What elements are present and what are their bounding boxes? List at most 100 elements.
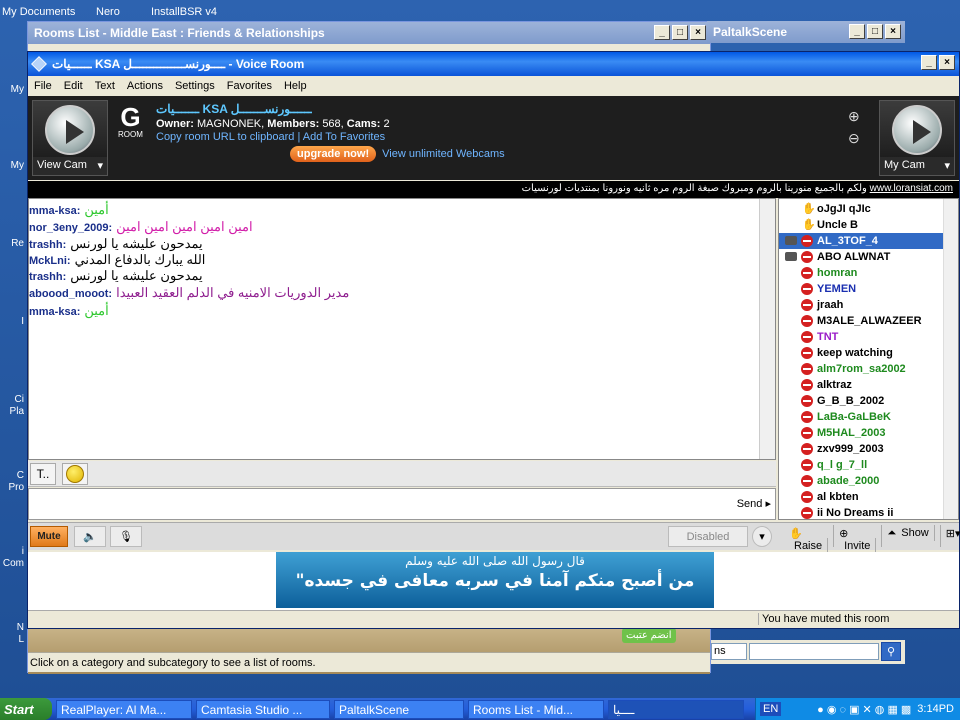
desktop-icon-label[interactable]: i	[2, 546, 24, 557]
tray-icons[interactable]: ● ◉ ◌ ▣ ✕ ◍ ▦ ▩	[817, 703, 911, 716]
menu-settings[interactable]: Settings	[169, 80, 221, 92]
desktop-icon-label[interactable]: Pla	[2, 406, 24, 417]
rooms-list-titlebar[interactable]: Rooms List - Middle East : Friends & Rel…	[28, 22, 710, 44]
emoticon-button[interactable]	[62, 463, 88, 485]
close-button[interactable]: ×	[885, 24, 901, 39]
chat-nick[interactable]: nor_3eny_2009:	[29, 222, 112, 234]
close-button[interactable]: ×	[939, 55, 955, 70]
mute-button[interactable]: Mute	[30, 526, 68, 547]
desktop-icon-label[interactable]: My	[2, 84, 24, 95]
minimize-button[interactable]: _	[654, 25, 670, 40]
paltalkscene-titlebar[interactable]: PaltalkScene _ □ ×	[707, 21, 905, 43]
desktop-icon-label[interactable]: Pro	[2, 482, 24, 493]
speaker-volume-icon[interactable]: 🔈	[74, 526, 106, 547]
close-button[interactable]: ×	[690, 25, 706, 40]
user-list-item[interactable]: alktraz	[779, 377, 944, 393]
task-camtasia[interactable]: Camtasia Studio ...	[196, 699, 330, 719]
desktop-icon-label[interactable]: L	[2, 634, 24, 645]
voice-room-titlebar[interactable]: ــــــيات KSA ــــورنســـــــــــــــل -…	[28, 52, 959, 76]
zoom-out-icon[interactable]: ⊖	[848, 130, 860, 147]
play-icon[interactable]	[45, 105, 95, 155]
desktop-icon-label[interactable]: Ci	[2, 394, 24, 405]
desktop-icon-label[interactable]: Re	[2, 238, 24, 249]
menu-help[interactable]: Help	[278, 80, 313, 92]
chat-nick[interactable]: trashh:	[29, 271, 66, 283]
language-indicator[interactable]: EN	[760, 702, 782, 716]
chevron-down-icon[interactable]: ▾	[752, 526, 772, 547]
desktop-icon-installbsr[interactable]: InstallBSR v4	[151, 6, 217, 18]
user-list-item[interactable]: ii No Dreams ii	[779, 505, 944, 519]
user-list-item[interactable]: M5HAL_2003	[779, 425, 944, 441]
room-search-input[interactable]	[749, 643, 879, 660]
minimize-button[interactable]: _	[849, 24, 865, 39]
text-format-button[interactable]: T..	[30, 463, 56, 485]
desktop-icon-label[interactable]: I	[2, 316, 24, 327]
menu-edit[interactable]: Edit	[58, 80, 89, 92]
task-realplayer[interactable]: RealPlayer: Al Ma...	[56, 699, 192, 719]
chat-nick[interactable]: aboood_mooot:	[29, 288, 112, 300]
menu-favorites[interactable]: Favorites	[221, 80, 278, 92]
maximize-button[interactable]: □	[867, 24, 883, 39]
task-voice-room[interactable]: ــــيا	[608, 699, 744, 719]
user-list-item[interactable]: abade_2000	[779, 473, 944, 489]
search-icon[interactable]: ⚲	[881, 642, 901, 661]
task-rooms-list[interactable]: Rooms List - Mid...	[468, 699, 604, 719]
chevron-down-icon[interactable]: ▾	[944, 159, 950, 173]
user-list-item[interactable]: homran	[779, 265, 944, 281]
user-list-item[interactable]: jraah	[779, 297, 944, 313]
category-select[interactable]: ns	[711, 643, 747, 660]
user-list-item[interactable]: ✋ oJgJI qJIc	[779, 201, 944, 217]
desktop-icon-label[interactable]: C	[2, 470, 24, 481]
desktop-icon-label[interactable]: My	[2, 160, 24, 171]
my-cam-panel[interactable]: My Cam ▾	[879, 100, 955, 176]
chat-input[interactable]: Send ▸	[28, 488, 776, 520]
settings-dropdown-icon[interactable]: ⊞▾	[941, 525, 960, 547]
unlimited-webcams-link[interactable]: View unlimited Webcams	[382, 148, 504, 160]
start-button[interactable]: Start	[0, 698, 52, 720]
chevron-down-icon[interactable]: ▾	[97, 159, 103, 173]
user-list-item[interactable]: zxv999_2003	[779, 441, 944, 457]
menu-text[interactable]: Text	[89, 80, 121, 92]
add-to-favorites-link[interactable]: Add To Favorites	[303, 131, 385, 143]
maximize-button[interactable]: □	[672, 25, 688, 40]
user-list[interactable]: ✋ oJgJI qJIc ✋ Uncle B AL_3TOF_4 ABO ALWNAT ho…	[778, 198, 959, 520]
rooms-ad-badge[interactable]: انضم عتبت	[622, 628, 676, 643]
copy-room-url-link[interactable]: Copy room URL to clipboard	[156, 131, 294, 143]
task-paltalkscene[interactable]: PaltalkScene	[334, 699, 464, 719]
invite-button[interactable]: ⊕ Invite	[834, 525, 883, 554]
menu-actions[interactable]: Actions	[121, 80, 169, 92]
user-list-item[interactable]: M3ALE_ALWAZEER	[779, 313, 944, 329]
view-cam-panel[interactable]: View Cam ▾	[32, 100, 108, 176]
upgrade-button[interactable]: upgrade now!	[290, 146, 377, 162]
user-list-item[interactable]: ✋ Uncle B	[779, 217, 944, 233]
marquee-url[interactable]: www.loransiat.com	[870, 183, 953, 194]
user-list-item[interactable]: q_l g_7_ll	[779, 457, 944, 473]
hadith-banner[interactable]: قال رسول الله صلى الله عليه وسلم "من أصب…	[276, 552, 714, 608]
minimize-button[interactable]: _	[921, 55, 937, 70]
user-list-item[interactable]: AL_3TOF_4	[779, 233, 944, 249]
chat-nick[interactable]: MckLni:	[29, 255, 71, 267]
user-list-item[interactable]: LaBa-GaLBeK	[779, 409, 944, 425]
chat-nick[interactable]: mma-ksa:	[29, 205, 80, 217]
desktop-icon-label[interactable]: N	[2, 622, 24, 633]
clock[interactable]: 3:14PD	[917, 703, 954, 715]
chat-nick[interactable]: mma-ksa:	[29, 306, 80, 318]
zoom-in-icon[interactable]: ⊕	[848, 108, 860, 125]
user-list-scrollbar[interactable]	[943, 199, 958, 519]
chat-nick[interactable]: trashh:	[29, 239, 66, 251]
menu-file[interactable]: File	[28, 80, 58, 92]
user-list-item[interactable]: G_B_B_2002	[779, 393, 944, 409]
user-list-item[interactable]: al kbten	[779, 489, 944, 505]
user-list-item[interactable]: TNT	[779, 329, 944, 345]
raise-hand-button[interactable]: ✋ Raise	[784, 525, 835, 554]
user-list-item[interactable]: alm7rom_sa2002	[779, 361, 944, 377]
talk-disabled-button[interactable]: Disabled	[668, 526, 748, 547]
send-button[interactable]: Send ▸	[737, 497, 771, 510]
user-list-item[interactable]: ABO ALWNAT	[779, 249, 944, 265]
desktop-icon-label[interactable]: Com	[2, 558, 24, 569]
desktop-icon-my-documents[interactable]: My Documents	[2, 6, 75, 18]
user-list-item[interactable]: YEMEN	[779, 281, 944, 297]
chat-log[interactable]: mma-ksa: أمين nor_3eny_2009: امين امين امين…	[28, 198, 776, 460]
play-icon[interactable]	[892, 105, 942, 155]
user-list-item[interactable]: keep watching	[779, 345, 944, 361]
